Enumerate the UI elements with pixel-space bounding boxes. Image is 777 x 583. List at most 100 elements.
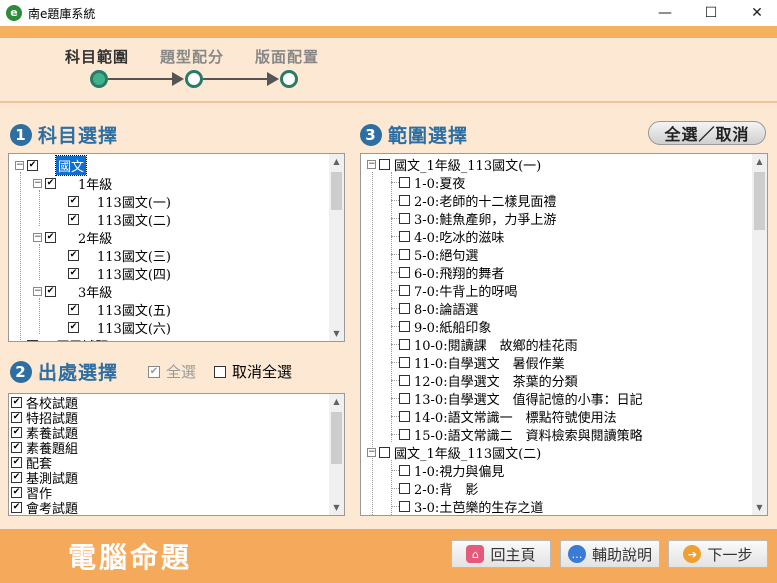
range-item[interactable]: 7-0:牛背上的呀喝 (399, 281, 517, 300)
source-checkbox[interactable]: ✔ (11, 397, 22, 408)
collapse-icon[interactable]: − (367, 159, 376, 169)
range-checkbox[interactable] (399, 464, 410, 476)
tree-item[interactable]: ✔ 113國文(一) (68, 192, 171, 211)
tree-item[interactable]: ✔ 113國文(四) (68, 264, 171, 283)
source-scrollbar[interactable]: ▲ ▼ (329, 394, 344, 515)
range-item[interactable]: 2-0:背 影 (399, 479, 478, 498)
range-item[interactable]: − 國文_1年級_113國文(二) (367, 443, 541, 462)
close-button[interactable]: ✕ (734, 0, 777, 26)
tree-checkbox[interactable]: ✔ (27, 159, 38, 171)
deselect-all-label[interactable]: 取消全選 (232, 361, 292, 382)
source-checkbox[interactable]: ✔ (11, 427, 22, 438)
source-checkbox[interactable]: ✔ (11, 502, 22, 513)
tree-checkbox[interactable]: ✔ (68, 195, 79, 207)
range-checkbox[interactable] (399, 212, 410, 224)
tree-checkbox[interactable]: ✔ (68, 303, 79, 315)
minimize-button[interactable]: — (642, 0, 688, 26)
range-checkbox[interactable] (399, 428, 410, 440)
select-all-toggle-button[interactable]: 全選／取消 (648, 121, 766, 145)
tree-item[interactable]: ✔ 113國文(二) (68, 210, 171, 229)
step-question-scoring[interactable]: 題型配分 (160, 46, 224, 67)
range-checkbox[interactable] (399, 320, 410, 332)
range-item[interactable]: 4-0:吃冰的滋味 (399, 227, 504, 246)
range-item[interactable]: 10-0:閱讀課 故鄉的桂花雨 (399, 335, 578, 354)
range-checkbox[interactable] (399, 176, 410, 188)
tree-item[interactable]: − ✔ 2年級 (33, 228, 112, 247)
scroll-down-icon[interactable]: ▼ (329, 500, 344, 515)
tree-checkbox[interactable]: ✔ (68, 321, 79, 333)
range-checkbox[interactable] (399, 338, 410, 350)
range-checkbox[interactable] (399, 302, 410, 314)
maximize-button[interactable]: ☐ (688, 0, 734, 26)
range-checkbox[interactable] (399, 482, 410, 494)
range-item[interactable]: 1-0:夏夜 (399, 173, 465, 192)
collapse-icon[interactable]: − (15, 160, 24, 170)
range-item[interactable]: 3-0:土芭樂的生存之道 (399, 497, 543, 515)
subject-tree[interactable]: − ✔ 國文 − ✔ 1年級 ✔ 113國文(一) ✔ 113國文(二) − ✔ 2年級 ✔ 113國文(三… (8, 153, 345, 342)
collapse-icon[interactable]: − (33, 178, 42, 188)
step-subject-range[interactable]: 科目範圍 (65, 46, 129, 67)
range-item[interactable]: 2-0:老師的十二樣見面禮 (399, 191, 556, 210)
select-all-checkbox[interactable]: ✔ (148, 365, 160, 378)
tree-checkbox[interactable]: ✔ (45, 177, 56, 189)
tree-item[interactable]: + 歷屆試題 (15, 336, 108, 341)
range-item[interactable]: 5-0:絕句選 (399, 245, 478, 264)
range-tree[interactable]: − 國文_1年級_113國文(一) 1-0:夏夜 2-0:老師的十二樣見面禮 3-0:鮭… (360, 153, 768, 516)
collapse-icon[interactable]: − (367, 447, 376, 457)
range-item[interactable]: 12-0:自學選文 茶葉的分類 (399, 371, 578, 390)
range-checkbox[interactable] (399, 194, 410, 206)
step-layout[interactable]: 版面配置 (255, 46, 319, 67)
source-list[interactable]: ✔ 各校試題 ✔ 特招試題 ✔ 素養試題 ✔ 素養題組 ✔ 配套 ✔ 基測試題 ✔ 習作 ✔ 會考試題 ▲ ▼ (8, 393, 345, 516)
range-item[interactable]: 3-0:鮭魚產卵，力爭上游 (399, 209, 556, 228)
tree-checkbox[interactable]: ✔ (68, 213, 79, 225)
collapse-icon[interactable]: − (33, 286, 42, 296)
range-checkbox[interactable] (399, 266, 410, 278)
deselect-all-checkbox[interactable] (214, 365, 227, 378)
tree-checkbox[interactable]: ✔ (68, 267, 79, 279)
range-checkbox[interactable] (399, 356, 410, 368)
tree-checkbox[interactable]: ✔ (68, 249, 79, 261)
range-checkbox[interactable] (399, 500, 410, 512)
scroll-down-icon[interactable]: ▼ (752, 500, 767, 515)
tree-checkbox[interactable]: ✔ (45, 231, 56, 243)
range-checkbox[interactable] (399, 392, 410, 404)
source-checkbox[interactable]: ✔ (11, 487, 22, 498)
range-item[interactable]: 9-0:紙船印象 (399, 317, 491, 336)
range-item[interactable]: 1-0:視力與偏見 (399, 461, 504, 480)
collapse-icon[interactable]: − (33, 232, 42, 242)
tree-item[interactable]: ✔ 113國文(五) (68, 300, 171, 319)
range-item[interactable]: 13-0:自學選文 值得記憶的小事：日記 (399, 389, 643, 408)
tree-item[interactable]: − ✔ 1年級 (33, 174, 112, 193)
select-all-label[interactable]: 全選 (166, 361, 196, 382)
range-checkbox[interactable] (399, 284, 410, 296)
expand-icon[interactable]: + (15, 340, 24, 341)
scroll-up-icon[interactable]: ▲ (329, 154, 344, 169)
scroll-down-icon[interactable]: ▼ (329, 326, 344, 341)
range-scrollbar[interactable]: ▲ ▼ (752, 154, 767, 515)
range-checkbox[interactable] (399, 230, 410, 242)
range-checkbox[interactable] (379, 446, 390, 458)
scroll-up-icon[interactable]: ▲ (752, 154, 767, 169)
range-item[interactable]: 11-0:自學選文 暑假作業 (399, 353, 565, 372)
scroll-thumb[interactable] (331, 172, 342, 210)
list-item[interactable]: ✔ 會考試題 (11, 500, 78, 515)
tree-item[interactable]: ✔ 113國文(六) (68, 318, 171, 337)
range-checkbox[interactable] (399, 374, 410, 386)
source-checkbox[interactable]: ✔ (11, 457, 22, 468)
home-button[interactable]: ⌂ 回主頁 (451, 540, 551, 568)
range-item[interactable]: 15-0:語文常識二 資料檢索與閱讀策略 (399, 425, 643, 444)
tree-checkbox[interactable]: ✔ (45, 285, 56, 297)
range-checkbox[interactable] (379, 158, 390, 170)
source-checkbox[interactable]: ✔ (11, 472, 22, 483)
help-button[interactable]: … 輔助說明 (560, 540, 660, 568)
range-item[interactable]: − 國文_1年級_113國文(一) (367, 155, 541, 174)
range-item[interactable]: 6-0:飛翔的舞者 (399, 263, 504, 282)
tree-checkbox[interactable] (27, 339, 38, 341)
scroll-thumb[interactable] (331, 412, 342, 464)
range-checkbox[interactable] (399, 248, 410, 260)
next-button[interactable]: ➔ 下一步 (668, 540, 768, 568)
subject-scrollbar[interactable]: ▲ ▼ (329, 154, 344, 341)
range-item[interactable]: 14-0:語文常識一 標點符號使用法 (399, 407, 617, 426)
range-item[interactable]: 8-0:論語選 (399, 299, 478, 318)
range-checkbox[interactable] (399, 410, 410, 422)
